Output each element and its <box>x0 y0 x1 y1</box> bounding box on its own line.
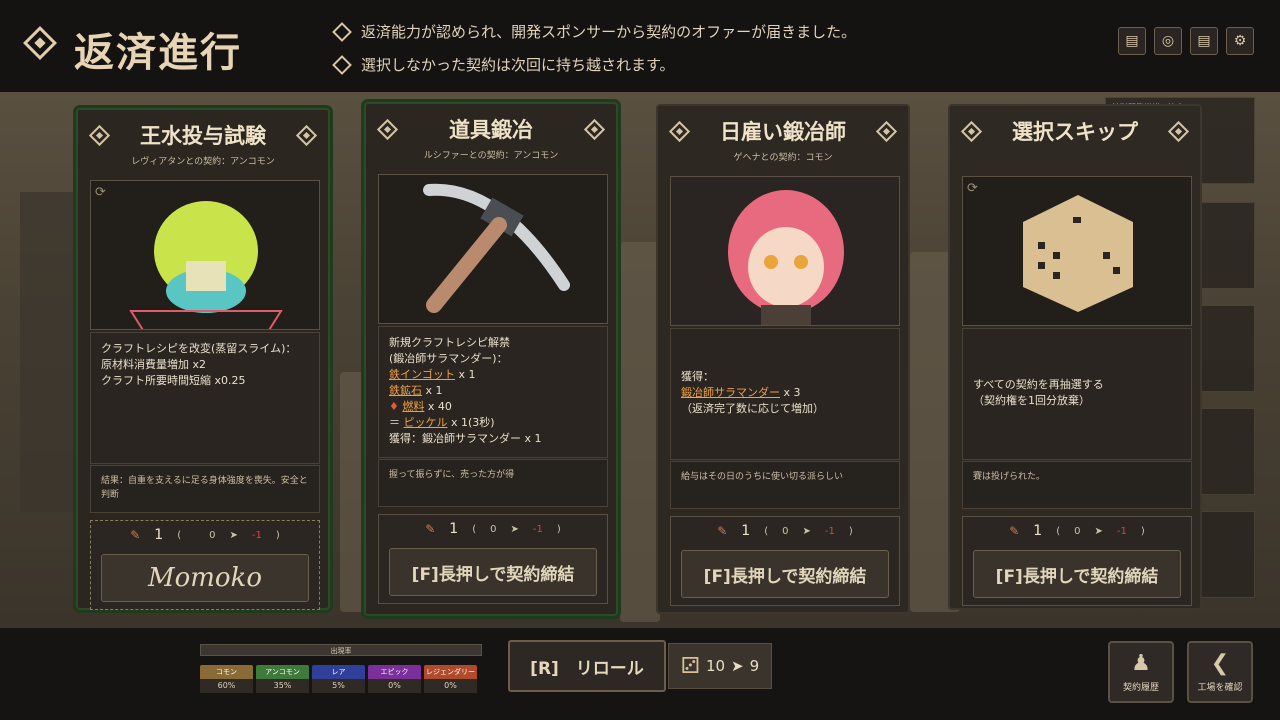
rarity-legendary: レジェンダリー 0% <box>424 665 477 693</box>
card-flavor-text: 給与はその日のうちに使い切る派らしい <box>670 461 900 509</box>
rarity-title: 出現率 <box>200 644 482 656</box>
card-footer: ✎ 1 (0 ➤ -1) [F]長押しで契約締結 <box>962 516 1192 606</box>
item-link[interactable]: 鉄インゴット <box>389 368 455 381</box>
diamond-icon <box>332 54 352 75</box>
gear-icon[interactable]: ⚙ <box>1226 27 1254 55</box>
contract-history-button[interactable]: ♟ 契約履歴 <box>1108 641 1174 703</box>
pen-icon: ✎ <box>425 522 436 536</box>
card-illustration <box>378 174 608 324</box>
card-illustration: ⟳ <box>90 180 320 330</box>
pen-icon: ✎ <box>717 524 728 538</box>
card-flavor-text: 握って振らずに、売った方が得 <box>378 459 608 507</box>
dice-illustration <box>1023 195 1133 312</box>
card-illustration <box>670 176 900 326</box>
card-flavor-text: 結果：自重を支えるに足る身体強度を喪失。安全と判断 <box>90 465 320 513</box>
card-subtitle: ゲヘナとの契約：コモン <box>733 153 833 163</box>
refresh-icon: ⟳ <box>95 185 106 200</box>
card-stats: ✎ 1 (‍0 ➤ -1) <box>130 527 280 543</box>
fuel-icon: ♦ <box>389 400 399 413</box>
card-description: クラフトレシピを改変(蒸留スライム)： 原材料消費量増加 x2 クラフト所要時間… <box>90 332 320 464</box>
card-title: 王水投与試験 <box>140 124 266 148</box>
arrow-icon: ➤ <box>1094 525 1103 537</box>
arrow-icon: ➤ <box>510 523 519 535</box>
rarity-rates: 出現率 コモン 60% アンコモン 35% レア 5% エピック 0% レジェンダリー 0… <box>200 644 482 696</box>
rarity-epic: エピック 0% <box>368 665 421 693</box>
card-subtitle: ルシファーとの契約：アンコモン <box>423 151 559 161</box>
pen-icon: ✎ <box>1009 524 1020 538</box>
card-title: 日雇い鍛冶師 <box>720 120 846 144</box>
arrow-icon: ➤ <box>229 529 238 541</box>
dice-icon: ⚂ <box>680 653 700 679</box>
dice-counter: ⚂ 10 ➤ 9 <box>668 643 772 689</box>
pen-icon: ✎ <box>130 528 141 542</box>
diamond-icon <box>332 21 352 42</box>
arrow-icon: ➤ <box>731 657 744 675</box>
refresh-icon: ⟳ <box>967 181 978 196</box>
sign-contract-button[interactable]: [F]長押しで契約締結 <box>681 550 889 598</box>
pickaxe-illustration <box>423 183 570 313</box>
chart-icon[interactable]: ▤ <box>1190 27 1218 55</box>
signature-box: Momoko <box>101 554 309 602</box>
rarity-rare: レア 5% <box>312 665 365 693</box>
header-bar: 返済進行 返済能力が認められ、開発スポンサーから契約のオファーが届きました。 選… <box>0 0 1280 92</box>
rarity-uncommon: アンコモン 35% <box>256 665 309 693</box>
stamp-icon: ♟ <box>1131 651 1151 676</box>
background-tile <box>620 242 660 622</box>
item-link[interactable]: 鍛冶師サラマンダー <box>681 386 780 399</box>
item-link[interactable]: ピッケル <box>404 416 448 429</box>
card-footer: ✎ 1 (0 ➤ -1) [F]長押しで契約締結 <box>378 514 608 604</box>
factory-icon: ❮ <box>1210 651 1230 676</box>
check-factory-button[interactable]: ❮ 工場を確認 <box>1187 641 1253 703</box>
card-title: 道具鍛冶 <box>449 118 533 142</box>
card-illustration: ⟳ <box>962 176 1192 326</box>
card-stats: ✎ 1 (0 ➤ -1) <box>717 523 853 539</box>
card-flavor-text: 賽は投げられた。 <box>962 461 1192 509</box>
card-subtitle: レヴィアタンとの契約：アンコモン <box>131 157 275 167</box>
contract-card[interactable]: 選択スキップ ⟳ すべての契約を再抽選する （契約権を1回分放棄） 賽は投げられ… <box>948 104 1202 610</box>
background-inventory <box>20 192 80 512</box>
card-stats: ✎ 1 (0 ➤ -1) <box>425 521 561 537</box>
header-note: 返済能力が認められ、開発スポンサーから契約のオファーが届きました。 <box>332 21 856 42</box>
sign-contract-button[interactable]: [F]長押しで契約締結 <box>973 550 1181 598</box>
arrow-icon: ➤ <box>802 525 811 537</box>
book-icon[interactable]: ▤ <box>1118 27 1146 55</box>
card-description: 新規クラフトレシピ解禁 (鍛冶師サラマンダー)： 鉄インゴット x 1 鉄鉱石 … <box>378 326 608 458</box>
contract-card[interactable]: 王水投与試験 レヴィアタンとの契約：アンコモン ⟳ クラフトレシピを改変(蒸留ス… <box>76 108 330 610</box>
card-footer: ✎ 1 (0 ➤ -1) [F]長押しで契約締結 <box>670 516 900 606</box>
diamond-icon <box>23 26 57 60</box>
card-stats: ✎ 1 (0 ➤ -1) <box>1009 523 1145 539</box>
card-description: 獲得： 鍛冶師サラマンダー x 3 （返済完了数に応じて増加） <box>670 328 900 460</box>
item-link[interactable]: 燃料 <box>402 400 424 413</box>
salamander-girl-illustration <box>671 177 899 325</box>
card-description: すべての契約を再抽選する （契約権を1回分放棄） <box>962 328 1192 460</box>
contract-card[interactable]: 道具鍛冶 ルシファーとの契約：アンコモン 新規クラフトレシピ解禁 (鍛冶師サラマ… <box>364 102 618 616</box>
target-icon[interactable]: ◎ <box>1154 27 1182 55</box>
item-link[interactable]: 鉄鉱石 <box>389 384 422 397</box>
page-title: 返済進行 <box>74 30 242 76</box>
sign-contract-button[interactable]: [F]長押しで契約締結 <box>389 548 597 596</box>
header-note: 選択しなかった契約は次回に持ち越されます。 <box>332 54 675 75</box>
contract-card[interactable]: 日雇い鍛冶師 ゲヘナとの契約：コモン 獲得： 鍛冶師サラマンダー x 3 （返済… <box>656 104 910 614</box>
slime-girl-illustration <box>129 201 283 329</box>
rarity-common: コモン 60% <box>200 665 253 693</box>
card-title: 選択スキップ <box>1012 120 1138 144</box>
reroll-button[interactable]: [R] リロール <box>508 640 666 692</box>
card-footer: ✎ 1 (‍0 ➤ -1) Momoko <box>90 520 320 610</box>
